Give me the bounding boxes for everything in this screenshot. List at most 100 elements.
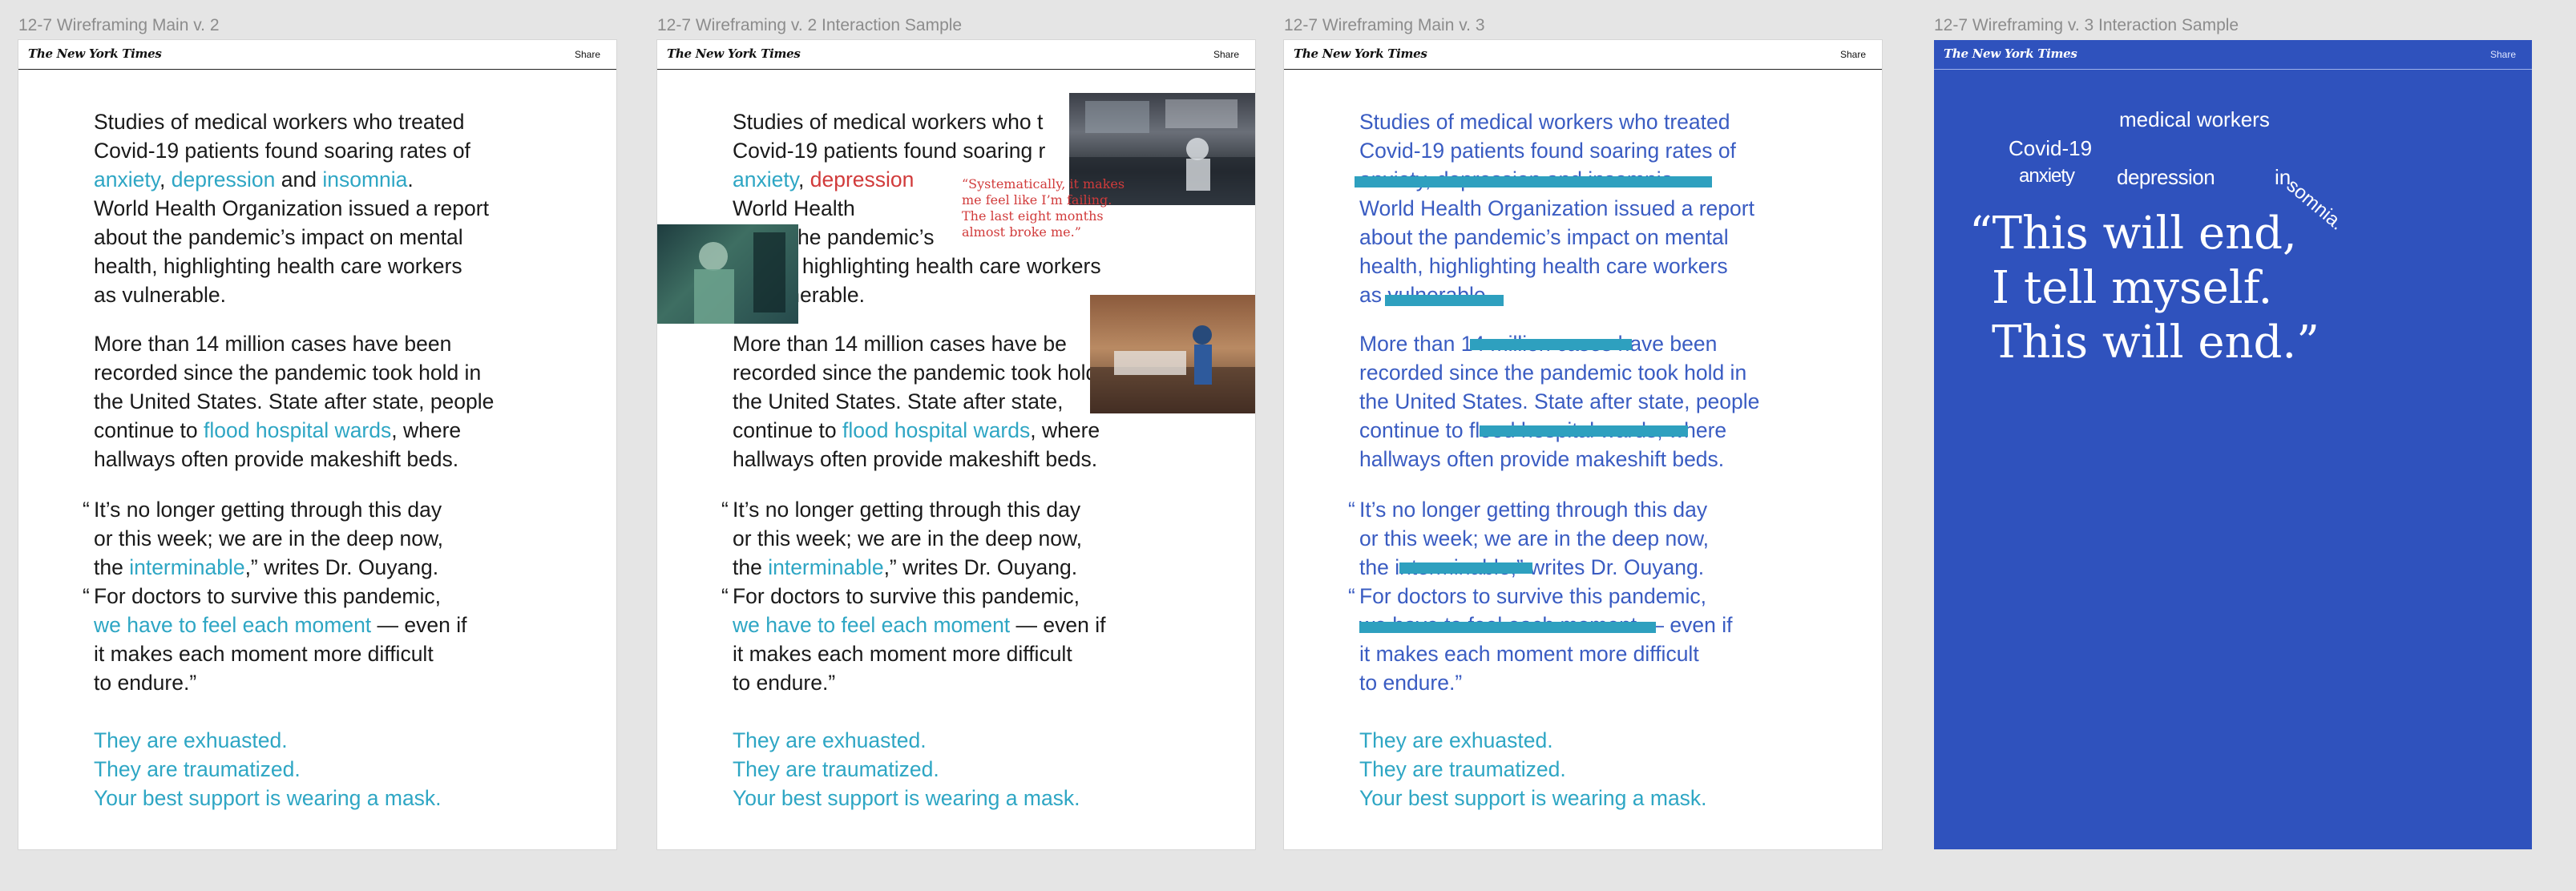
p1-line-1: Studies of medical workers who treated [94, 110, 465, 134]
p1-line-4: World Health Organization issued a repor… [94, 196, 489, 220]
photo-hospital-hallway[interactable] [1090, 295, 1255, 413]
continue-text: continue to [94, 418, 204, 442]
quote-2: “For doctors to survive this pandemic, w… [721, 582, 1105, 697]
nyt-logo[interactable]: The New York Times [1944, 46, 2077, 61]
highlight-bar-vulnerable [1385, 295, 1504, 306]
closing-line-1: They are exhuasted. [1359, 728, 1553, 752]
q1-line-2: or this week; we are in the deep now, [94, 526, 444, 550]
quote-2: “For doctors to survive this pandemic, w… [83, 582, 466, 697]
keyword-depression[interactable]: depression [172, 167, 276, 192]
artboard-v2-interaction: The New York Times Share Studies of medi… [657, 40, 1255, 849]
keyword-insomnia[interactable]: insomnia [322, 167, 407, 192]
floating-word-medical-workers[interactable]: medical workers [2119, 107, 2270, 132]
p2-line-1: More than 14 million cases have be [733, 332, 1067, 356]
q2-line-4: to endure.” [733, 671, 836, 695]
comma: , [798, 167, 810, 192]
p2-line-1: More than 14 million cases have been [94, 332, 452, 356]
nyt-header: The New York Times Share [1284, 40, 1882, 70]
keyword-interminable[interactable]: interminable [129, 555, 244, 579]
highlight-bar-14-million [1470, 339, 1632, 350]
q2-line-2: we have to feel each moment — even if [733, 611, 1105, 639]
photo-health-worker-ppe[interactable] [657, 224, 798, 324]
photo-health-worker-ppe-art [694, 232, 785, 324]
frame-label-main-v3[interactable]: 12-7 Wireframing Main v. 3 [1284, 16, 1485, 35]
floating-word-depression[interactable]: depression [2117, 165, 2215, 190]
keyword-anxiety[interactable]: anxiety [733, 167, 798, 192]
q1-line-2: or this week; we are in the deep now, [1359, 526, 1710, 550]
nyt-logo[interactable]: The New York Times [1294, 46, 1427, 61]
highlight-bar-keywords [1355, 176, 1712, 187]
keyword-anxiety[interactable]: anxiety [94, 167, 159, 192]
closing-line-3: Your best support is wearing a mask. [1359, 786, 1707, 810]
period: . [407, 167, 414, 192]
keyword-flood-hospital-wards[interactable]: flood hospital wards [204, 418, 391, 442]
frame-label-main-v2[interactable]: 12-7 Wireframing Main v. 2 [18, 16, 220, 35]
p1-line-2: Covid-19 patients found soaring rates of [94, 139, 470, 163]
q2-text-1: For doctors to survive this pandemic, [94, 584, 442, 608]
share-button[interactable]: Share [1840, 49, 1866, 60]
nyt-logo[interactable]: The New York Times [667, 46, 801, 61]
pull-quote-line-1: “Systematically, it makes [962, 176, 1125, 192]
p2-line-3: the United States. State after state, pe… [1359, 389, 1760, 413]
floating-word-anxiety[interactable]: anxiety [2019, 165, 2075, 187]
p1-line-4: World Health Organization issued a repor… [1359, 196, 1754, 220]
p2-line-3: the United States. State after state, pe… [94, 389, 495, 413]
p2-line-4: continue to flood hospital wards, where [733, 416, 1120, 445]
artboard-main-v2: The New York Times Share Studies of medi… [18, 40, 616, 849]
q1-line-3: the interminable,” writes Dr. Ouyang. [94, 553, 443, 582]
q2-line-1: “For doctors to survive this pandemic, [721, 582, 1105, 611]
keyword-flood-hospital-wards[interactable]: flood hospital wards [842, 418, 1030, 442]
big-quote-line-3: This will end.” [1992, 316, 2320, 369]
open-quote: “ [1348, 584, 1355, 608]
q1-line-3: the interminable,” writes Dr. Ouyang. [733, 553, 1082, 582]
keyword-feel-each-moment[interactable]: we have to feel each moment [733, 613, 1010, 637]
pull-quote-depression: “Systematically, it makes me feel like I… [962, 176, 1124, 240]
p2-line-2: recorded since the pandemic took hold in [733, 361, 1120, 385]
closing-lines: They are exhuasted. They are traumatized… [733, 726, 1080, 812]
quote-1: “It’s no longer getting through this day… [83, 495, 444, 582]
p2-line-5: hallways often provide makeshift beds. [1359, 447, 1725, 471]
q2-line-3: it makes each moment more difficult [733, 642, 1072, 666]
pull-quote-line-3: The last eight months [962, 208, 1104, 224]
pull-quote-line-4: almost broke me.” [962, 224, 1081, 240]
big-quote-line-1: “This will end, [1969, 208, 2297, 260]
quote-1: “It’s no longer getting through this day… [721, 495, 1083, 582]
continue-text: continue to [733, 418, 843, 442]
photo-hospital-hallway-art [1090, 325, 1255, 413]
p1-line-2: Covid-19 patients found soaring r [733, 139, 1046, 163]
share-button[interactable]: Share [575, 49, 600, 60]
q2-line-2: we have to feel each moment — even if [94, 611, 466, 639]
p2-line-4: continue to flood hospital wards, where [94, 416, 494, 445]
paragraph-2: More than 14 million cases have been rec… [94, 329, 494, 474]
floating-word-covid[interactable]: Covid-19 [2009, 136, 2092, 161]
paragraph-1: Studies of medical workers who treated C… [1355, 107, 1754, 309]
q1-line-1: “It’s no longer getting through this day [83, 495, 443, 524]
even-if-text: — even if [371, 613, 467, 637]
p2-line-2: recorded since the pandemic took hold in [1359, 361, 1747, 385]
big-quote: “This will end, I tell myself. This will… [1969, 207, 2320, 370]
p1-line-5: about the pandemic’s impact on mental [1359, 225, 1729, 249]
q1-line-2: or this week; we are in the deep now, [733, 526, 1083, 550]
share-button[interactable]: Share [2490, 49, 2516, 60]
more-than-text: More than [1359, 332, 1461, 356]
open-quote: “ [83, 498, 90, 522]
q1-line-1: “It’s no longer getting through this day [1348, 495, 1709, 524]
keyword-depression-active[interactable]: depression [810, 167, 915, 192]
and-text: and [275, 167, 323, 192]
q1-line-1: “It’s no longer getting through this day [721, 495, 1082, 524]
share-button[interactable]: Share [1213, 49, 1239, 60]
keyword-interminable[interactable]: interminable [768, 555, 883, 579]
closing-line-2: They are traumatized. [1359, 757, 1566, 781]
p1-line-3: anxiety, depression and insomnia. [94, 165, 489, 194]
nyt-logo[interactable]: The New York Times [28, 46, 162, 61]
p1-line-3[interactable]: anxiety, depression and insomnia [1355, 165, 1754, 194]
q1-text-1: It’s no longer getting through this day [1359, 498, 1708, 522]
closing-line-2: They are traumatized. [733, 757, 939, 781]
pull-quote-line-2: me feel like I’m failing. [962, 192, 1112, 208]
frame-label-v2-interaction[interactable]: 12-7 Wireframing v. 2 Interaction Sample [657, 16, 962, 35]
p1-line-7: as vulnerable. [94, 283, 226, 307]
frame-label-v3-interaction[interactable]: 12-7 Wireframing v. 3 Interaction Sample [1934, 16, 2239, 35]
closing-line-1: They are exhuasted. [94, 728, 288, 752]
keyword-feel-each-moment[interactable]: we have to feel each moment [94, 613, 371, 637]
p1-line-5: about the pandemic’s impact on mental [94, 225, 463, 249]
